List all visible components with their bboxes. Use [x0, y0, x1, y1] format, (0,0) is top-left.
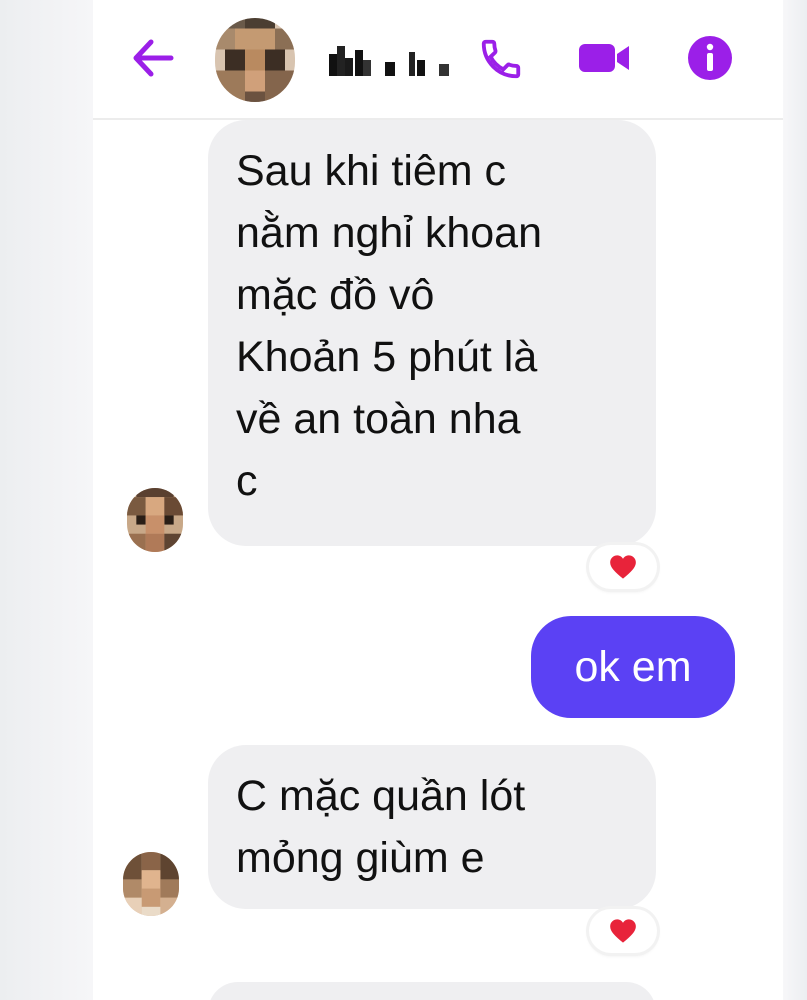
- heart-reaction[interactable]: [589, 545, 657, 589]
- chat-header: [93, 0, 783, 120]
- phone-icon: [481, 39, 521, 79]
- outgoing-message-bubble[interactable]: ok em: [531, 616, 735, 718]
- chat-screen: Sau khi tiêm c nằm nghỉ khoan mặc đồ vô …: [93, 0, 783, 1000]
- arrow-left-icon: [133, 39, 174, 77]
- back-button[interactable]: [131, 38, 175, 78]
- pixelated-avatar: [127, 488, 183, 552]
- heart-reaction[interactable]: [589, 909, 657, 953]
- voice-call-button[interactable]: [478, 36, 524, 82]
- heart-icon: [610, 919, 636, 943]
- contact-name-redacted[interactable]: [329, 40, 459, 80]
- video-camera-icon: [579, 44, 629, 72]
- message-line: mặc đồ vô: [236, 271, 435, 319]
- info-icon: [688, 36, 732, 80]
- message-line: Sau khi tiêm c: [236, 147, 507, 195]
- pixelated-avatar: [123, 852, 179, 916]
- background-right: [783, 0, 807, 1000]
- message-line: nằm nghỉ khoan: [236, 209, 542, 257]
- sender-avatar[interactable]: [123, 852, 179, 916]
- video-call-button[interactable]: [577, 40, 633, 76]
- message-line: về an toàn nha: [236, 395, 521, 443]
- info-button[interactable]: [686, 34, 734, 82]
- heart-icon: [610, 555, 636, 579]
- message-line: c: [236, 457, 258, 505]
- incoming-message-bubble[interactable]: Sau khi tiêm c nằm nghỉ khoan mặc đồ vô …: [208, 120, 656, 546]
- incoming-message-bubble[interactable]: [208, 982, 656, 1000]
- message-line: mỏng giùm e: [236, 834, 485, 882]
- message-line: C mặc quần lót: [236, 772, 526, 820]
- sender-avatar[interactable]: [127, 488, 183, 552]
- contact-avatar[interactable]: [215, 18, 295, 102]
- pixelated-avatar: [215, 18, 295, 102]
- redacted-name-blocks: [329, 46, 449, 76]
- background-left: [0, 0, 93, 1000]
- message-line: Khoản 5 phút là: [236, 333, 538, 381]
- incoming-message-bubble[interactable]: C mặc quần lót mỏng giùm e: [208, 745, 656, 909]
